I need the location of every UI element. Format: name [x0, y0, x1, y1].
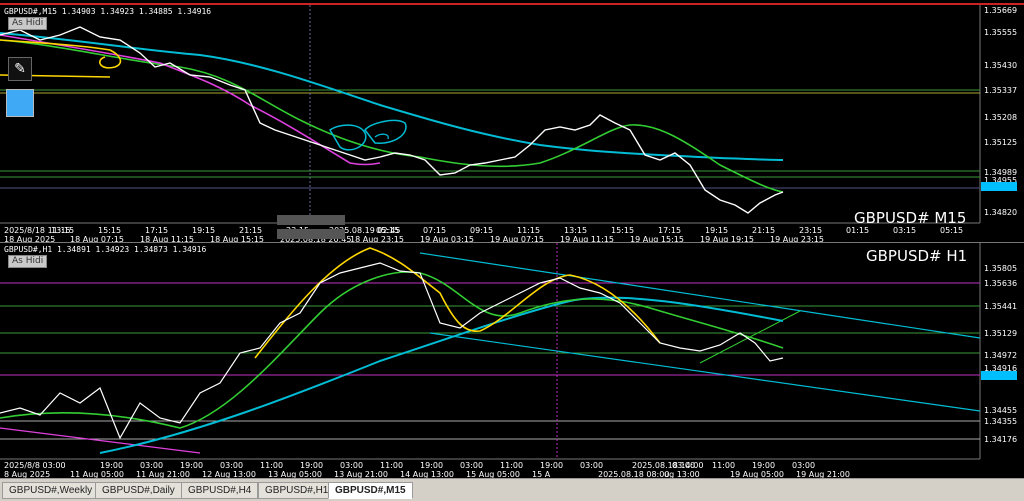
smile-icon[interactable] — [6, 89, 34, 117]
m15-price-label: 1.34820 — [984, 208, 1017, 217]
m15-price-label: 1.35208 — [984, 113, 1017, 122]
h1-time-label: 19:00 — [540, 461, 563, 470]
h1-time-label: 11:00 — [260, 461, 283, 470]
m15-price-label: 1.35669 — [984, 6, 1017, 15]
h1-time-scale: 2025/8/8 03:00 19:00 03:00 19:00 03:00 11:00 1… — [4, 461, 850, 479]
h1-time-label: 03:00 — [220, 461, 243, 470]
h1-time-label: 2025/8/8 03:00 — [4, 461, 66, 470]
m15-time-label: 19:15 — [705, 226, 728, 235]
h1-channel-lower — [429, 332, 981, 412]
pen-icon[interactable]: ✎ — [8, 57, 32, 81]
h1-time-label: 11:00 — [500, 461, 523, 470]
m15-current-price-tag — [981, 182, 1017, 191]
h1-price-label: 1.34455 — [984, 406, 1017, 415]
m15-time-label: 21:15 — [239, 226, 262, 235]
m15-time-label: 09:15 — [470, 226, 493, 235]
m15-time-label: 05:15 — [940, 226, 963, 235]
m15-info-line: GBPUSD#,M15 1.34903 1.34923 1.34885 1.34… — [4, 7, 212, 16]
tab-h4[interactable]: GBPUSD#,H4 — [181, 482, 259, 499]
m15-drawn-shape — [374, 133, 389, 140]
m15-time-label: 21:15 — [752, 226, 775, 235]
m15-price-label: 1.35125 — [984, 138, 1017, 147]
m15-crosshair-time-tag — [277, 215, 345, 225]
h1-hide-button[interactable]: As Hidi — [8, 255, 48, 268]
m15-time-label: 07:15 — [423, 226, 446, 235]
m15-drawn-shape — [364, 119, 407, 144]
m15-time-label: 11:15 — [517, 226, 540, 235]
h1-magenta-line — [0, 427, 201, 454]
h1-time-label: 03:00 — [460, 461, 483, 470]
h1-symbol-label: GBPUSD# H1 — [866, 247, 968, 265]
m15-time-label: 05:15 — [376, 226, 399, 235]
timeframe-tab-bar: GBPUSD#,Weekly GBPUSD#,Daily GBPUSD#,H4 … — [0, 478, 1024, 501]
tab-h1[interactable]: GBPUSD#,H1 — [258, 482, 336, 499]
h1-chart-canvas[interactable]: 1.358051.356361.354411.351291.349721.349… — [0, 243, 1024, 479]
m15-symbol-label: GBPUSD# M15 — [854, 209, 967, 227]
m15-chart-pane[interactable]: 1.35669 1.35555 1.35430 1.35337 1.35208 1.351… — [0, 3, 1024, 243]
h1-info-line: GBPUSD#,H1 1.34891 1.34923 1.34873 1.349… — [4, 245, 207, 254]
m15-time-label: 17:15 — [658, 226, 681, 235]
h1-channel-upper — [419, 252, 981, 339]
h1-price-label: 1.35805 — [984, 264, 1017, 273]
h1-time-label: 03:00 — [792, 461, 815, 470]
h1-mid-ma — [0, 271, 784, 429]
h1-time-label: 19:00 — [752, 461, 775, 470]
h1-time-label: 03:00 — [340, 461, 363, 470]
m15-hide-button[interactable]: As Hidi — [8, 17, 48, 30]
m15-time-label: 23:15 — [799, 226, 822, 235]
m15-chart-canvas[interactable]: 1.35669 1.35555 1.35430 1.35337 1.35208 1.351… — [0, 5, 1024, 243]
h1-fast-ma — [254, 247, 661, 359]
h1-time-label: 03:00 — [672, 461, 695, 470]
tab-weekly[interactable]: GBPUSD#,Weekly — [2, 482, 100, 499]
h1-price-scale: 1.358051.356361.354411.351291.349721.349… — [984, 264, 1017, 444]
h1-time-label: 19:00 — [100, 461, 123, 470]
m15-time-label: 15:15 — [98, 226, 121, 235]
h1-time-label: 19:00 — [180, 461, 203, 470]
h1-time-label: 03:00 — [140, 461, 163, 470]
h1-current-price-tag — [981, 371, 1017, 380]
m15-time-label: 01:15 — [846, 226, 869, 235]
m15-mid-ma — [0, 39, 784, 193]
m15-time-label: 15:15 — [611, 226, 634, 235]
h1-price-line — [0, 262, 784, 440]
h1-price-label: 1.35129 — [984, 329, 1017, 338]
m15-time-label: 13:15 — [564, 226, 587, 235]
m15-time-label: 17:15 — [145, 226, 168, 235]
m15-drawn-shape — [329, 124, 367, 151]
m15-time-scale: 2025/8/18 11:1513:15 15:15 17:15 19:15 21:15… — [4, 226, 963, 243]
h1-time-label: 11:00 — [380, 461, 403, 470]
tab-daily[interactable]: GBPUSD#,Daily — [95, 482, 182, 499]
h1-price-label: 1.35441 — [984, 302, 1017, 311]
h1-time-label: 19:00 — [300, 461, 323, 470]
h1-price-label: 1.34176 — [984, 435, 1017, 444]
h1-time-label: 03:00 — [580, 461, 603, 470]
m15-time-label: 13:15 — [51, 226, 74, 235]
m15-time-label: 19:15 — [192, 226, 215, 235]
h1-time-label: 19:00 — [420, 461, 443, 470]
m15-price-label: 1.35337 — [984, 86, 1017, 95]
m15-crosshair-time-tag-2 — [277, 229, 345, 239]
h1-price-label: 1.34972 — [984, 351, 1017, 360]
h1-time-label: 11:00 — [712, 461, 735, 470]
tab-m15[interactable]: GBPUSD#,M15 — [328, 482, 413, 499]
h1-price-label: 1.34355 — [984, 417, 1017, 426]
h1-chart-pane[interactable]: 1.35805 1.35636 1.35441 1.35129 1.34972 1.349… — [0, 242, 1024, 479]
h1-price-label: 1.35636 — [984, 279, 1017, 288]
m15-price-label: 1.35430 — [984, 61, 1017, 70]
m15-time-label: 03:15 — [893, 226, 916, 235]
m15-price-label: 1.35555 — [984, 28, 1017, 37]
